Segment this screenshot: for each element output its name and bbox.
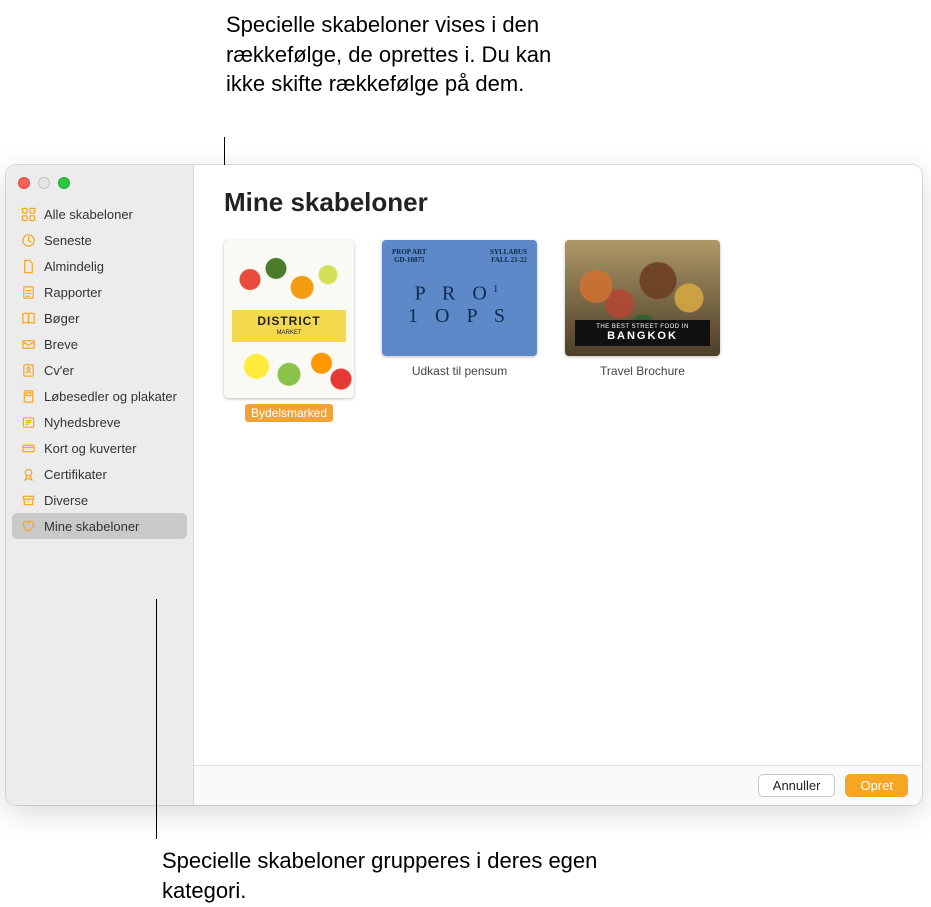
newsletter-icon (20, 414, 36, 430)
sidebar-item-label: Alle skabeloner (44, 207, 133, 222)
thumb-center-1: P R O (415, 283, 493, 305)
book-icon (20, 310, 36, 326)
template-label: Bydelsmarked (245, 404, 333, 422)
sidebar-item-label: Diverse (44, 493, 88, 508)
template-travel-brochure[interactable]: THE BEST STREET FOOD IN BANGKOK Travel B… (565, 240, 720, 380)
thumb-top-left-1: PROP ART (392, 248, 427, 256)
sidebar-item-label: Seneste (44, 233, 92, 248)
thumb-top-right-2: FALL 21-22 (490, 256, 527, 264)
thumbnail-center-text: P R O1 1 O P S (382, 278, 537, 327)
thumb-top-right-1: SYLLABUS (490, 248, 527, 256)
sidebar-item-label: Certifikater (44, 467, 107, 482)
template-scroll-area[interactable]: Mine skabeloner DISTRICT MARKET Bydelsma… (194, 165, 922, 765)
callout-leader-line (156, 599, 157, 839)
close-window-button[interactable] (18, 177, 30, 189)
doc-icon (20, 258, 36, 274)
thumbnail-art: PROP ART GD-10875 SYLLABUS FALL 21-22 P … (382, 240, 537, 356)
sidebar-item-certificates[interactable]: Certifikater (12, 461, 187, 487)
main-pane: Mine skabeloner DISTRICT MARKET Bydelsma… (194, 165, 922, 805)
minimize-window-button[interactable] (38, 177, 50, 189)
report-icon (20, 284, 36, 300)
archive-icon (20, 492, 36, 508)
sidebar-item-label: Mine skabeloner (44, 519, 139, 534)
thumb-center-2: 1 O P S (382, 305, 537, 327)
window-controls (6, 165, 193, 199)
template-grid: DISTRICT MARKET Bydelsmarked PROP ART GD… (224, 240, 892, 422)
page-title: Mine skabeloner (224, 187, 892, 218)
letter-icon (20, 336, 36, 352)
sidebar-item-label: Breve (44, 337, 78, 352)
thumbnail-header: PROP ART GD-10875 SYLLABUS FALL 21-22 (392, 248, 527, 264)
callout-bottom: Specielle skabeloner grupperes i deres e… (162, 846, 622, 905)
thumb-top-left-2: GD-10875 (392, 256, 427, 264)
template-bydelsmarked[interactable]: DISTRICT MARKET Bydelsmarked (224, 240, 354, 422)
sidebar-item-my-templates[interactable]: Mine skabeloner (12, 513, 187, 539)
callout-top: Specielle skabeloner vises i den rækkefø… (226, 10, 566, 99)
footer-bar: Annuller Opret (194, 765, 922, 805)
clock-icon (20, 232, 36, 248)
heart-icon (20, 518, 36, 534)
sidebar-item-books[interactable]: Bøger (12, 305, 187, 331)
sidebar-item-cards[interactable]: Kort og kuverter (12, 435, 187, 461)
grid-icon (20, 206, 36, 222)
sidebar-item-recents[interactable]: Seneste (12, 227, 187, 253)
sidebar-item-flyers[interactable]: Løbesedler og plakater (12, 383, 187, 409)
thumbnail-title: DISTRICT (257, 314, 320, 328)
sidebar-item-misc[interactable]: Diverse (12, 487, 187, 513)
thumbnail-city: BANGKOK (577, 330, 708, 342)
cancel-button[interactable]: Annuller (758, 774, 836, 797)
template-udkast-til-pensum[interactable]: PROP ART GD-10875 SYLLABUS FALL 21-22 P … (382, 240, 537, 380)
sidebar-item-label: Løbesedler og plakater (44, 389, 177, 404)
sidebar-item-label: Rapporter (44, 285, 102, 300)
sidebar-item-resumes[interactable]: Cv'er (12, 357, 187, 383)
flyer-icon (20, 388, 36, 404)
template-chooser-window: Alle skabeloner Seneste Almindelig Rappo… (6, 165, 922, 805)
template-thumbnail: THE BEST STREET FOOD IN BANGKOK (565, 240, 720, 356)
sidebar-item-newsletters[interactable]: Nyhedsbreve (12, 409, 187, 435)
create-button[interactable]: Opret (845, 774, 908, 797)
sidebar-item-letters[interactable]: Breve (12, 331, 187, 357)
person-doc-icon (20, 362, 36, 378)
sidebar-item-label: Kort og kuverter (44, 441, 137, 456)
sidebar-category-list: Alle skabeloner Seneste Almindelig Rappo… (6, 199, 193, 541)
thumbnail-banner: DISTRICT MARKET (232, 310, 346, 342)
sidebar-item-label: Almindelig (44, 259, 104, 274)
sidebar-item-label: Nyhedsbreve (44, 415, 121, 430)
ribbon-icon (20, 466, 36, 482)
card-icon (20, 440, 36, 456)
thumbnail-subtitle: MARKET (232, 330, 346, 336)
sidebar-item-basic[interactable]: Almindelig (12, 253, 187, 279)
sidebar-item-all-templates[interactable]: Alle skabeloner (12, 201, 187, 227)
thumbnail-caption: THE BEST STREET FOOD IN BANGKOK (575, 320, 710, 346)
template-label: Travel Brochure (594, 362, 691, 380)
template-thumbnail: DISTRICT MARKET (224, 240, 354, 398)
sidebar-item-reports[interactable]: Rapporter (12, 279, 187, 305)
sidebar-item-label: Bøger (44, 311, 79, 326)
sidebar: Alle skabeloner Seneste Almindelig Rappo… (6, 165, 194, 805)
zoom-window-button[interactable] (58, 177, 70, 189)
sidebar-item-label: Cv'er (44, 363, 74, 378)
template-thumbnail: PROP ART GD-10875 SYLLABUS FALL 21-22 P … (382, 240, 537, 356)
template-label: Udkast til pensum (406, 362, 513, 380)
